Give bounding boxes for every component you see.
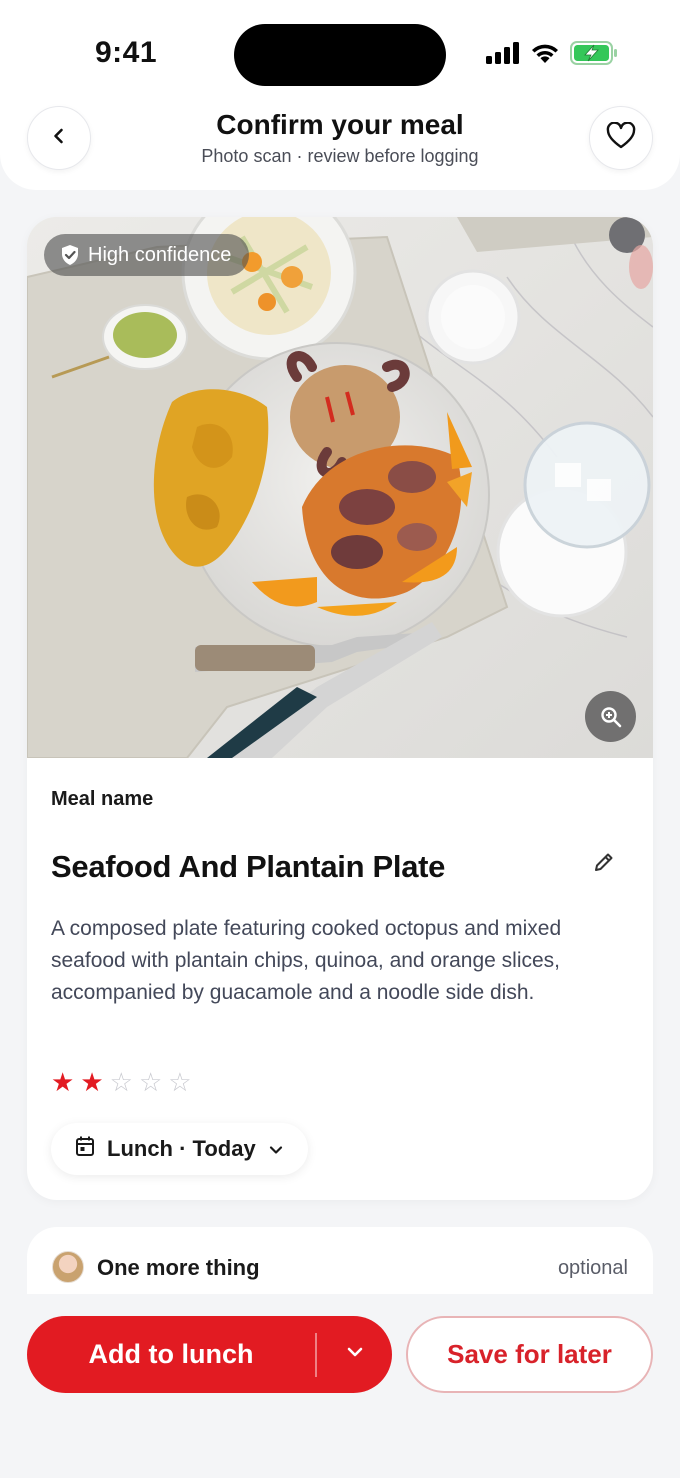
star-rating[interactable]: ★ ★ ☆ ☆ ☆ [51,1067,192,1097]
edit-name-button[interactable] [587,847,621,881]
status-bar: 9:41 [0,0,680,100]
add-options-toggle[interactable] [317,1345,392,1364]
bottom-action-bar: Add to lunch Save for later [0,1294,680,1478]
confidence-badge: High confidence [44,234,250,276]
optional-label: optional [557,1257,628,1279]
dynamic-island [234,24,446,86]
heart-outline-icon [606,120,636,155]
page-subtitle: Photo scan · review before logging [201,146,479,166]
chevron-down-icon [345,1345,365,1364]
avatar [52,1251,84,1283]
meal-name: Seafood And Plantain Plate [51,849,446,884]
chevron-down-icon [268,1136,284,1162]
meal-photo[interactable]: High confidence [27,217,653,758]
star-empty-icon[interactable]: ☆ [110,1067,133,1097]
zoom-button[interactable] [585,691,636,742]
status-time: 9:41 [95,36,158,69]
add-to-lunch-button[interactable]: Add to lunch [27,1316,392,1393]
save-for-later-button[interactable]: Save for later [406,1316,653,1393]
star-filled-icon[interactable]: ★ [80,1067,103,1097]
wifi-icon [530,42,560,69]
favorite-button[interactable] [589,106,653,170]
star-empty-icon[interactable]: ☆ [168,1067,191,1097]
meal-slot-label: Lunch · Today [107,1136,256,1161]
one-more-thing-title: One more thing [97,1255,260,1280]
meal-card: High confidence Meal name Seafood And Pl… [27,217,653,1200]
battery-charging-icon [570,40,618,70]
star-filled-icon[interactable]: ★ [51,1067,74,1097]
calendar-icon [75,1135,95,1163]
page-title: Confirm your meal [216,109,464,140]
pencil-icon [593,851,615,878]
meal-description: A composed plate featuring cooked octopu… [51,917,562,1004]
signal-icon [486,41,520,69]
zoom-in-icon [600,706,622,728]
star-empty-icon[interactable]: ☆ [139,1067,162,1097]
header: Confirm your meal Photo scan · review be… [0,92,680,190]
status-icons [486,40,618,70]
add-to-lunch-label: Add to lunch [88,1339,254,1369]
confidence-label: High confidence [88,243,232,266]
meal-name-label: Meal name [51,788,154,810]
shield-check-icon [60,244,80,266]
meal-slot-selector[interactable]: Lunch · Today [51,1123,308,1175]
